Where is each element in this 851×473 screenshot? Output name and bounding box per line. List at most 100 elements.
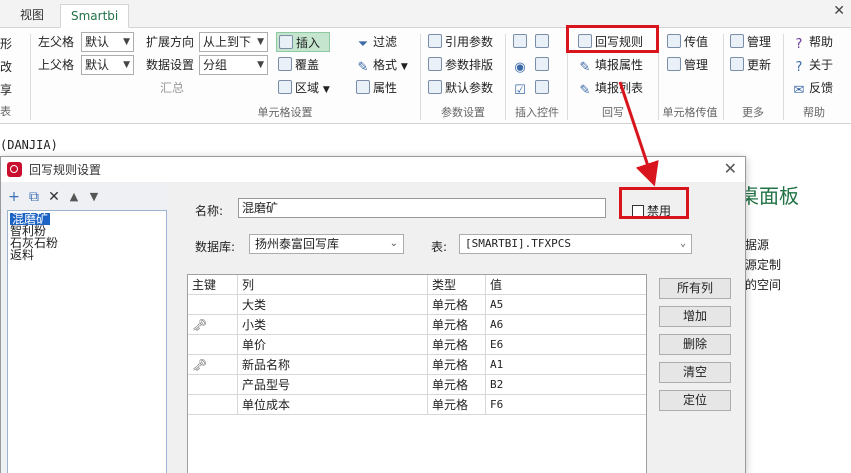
feedback-button[interactable]: ✉ 反馈 — [792, 78, 833, 98]
name-label: 名称: — [195, 204, 224, 218]
type-cell: 单元格 — [428, 375, 486, 395]
key-icon: 🗝 — [192, 318, 208, 332]
panel-line: 的空间 — [745, 278, 782, 292]
group-label-param-settings: 参数设置 — [441, 106, 485, 119]
update-button[interactable]: 更新 — [730, 55, 771, 75]
delete-button[interactable]: 删除 — [659, 334, 731, 355]
table-row[interactable]: 🗝 小类 单元格 A6 — [188, 315, 646, 335]
key-cell: 🗝 — [188, 355, 238, 375]
panel-title: 桌面板 — [739, 184, 799, 208]
dialog-title: 回写规则设置 — [29, 163, 102, 177]
top-parent-label: 上父格 — [38, 58, 75, 72]
chevron-down-icon: ▼ — [322, 85, 330, 95]
pass-manage-button[interactable]: 管理 — [667, 55, 708, 75]
close-icon[interactable]: ✕ — [833, 3, 845, 19]
dropdown-control-button[interactable] — [535, 78, 552, 98]
table-row[interactable]: 单位成本 单元格 F6 — [188, 395, 646, 415]
table-row[interactable]: 大类 单元格 A5 — [188, 295, 646, 315]
insert-button[interactable]: 插入 — [276, 32, 330, 52]
left-parent-label: 左父格 — [38, 35, 75, 49]
expand-direction-select[interactable]: 从上到下 ▼ — [199, 32, 268, 52]
plus-icon[interactable]: + — [5, 186, 23, 208]
default-param-button[interactable]: 默认参数 — [428, 78, 493, 98]
arrow-down-icon[interactable]: ▼ — [85, 186, 103, 208]
arrow-up-icon[interactable]: ▲ — [65, 186, 83, 208]
value-cell: F6 — [490, 398, 504, 411]
tree-control-button[interactable] — [535, 55, 552, 75]
pass-value-label: 传值 — [684, 35, 709, 49]
data-setting-select[interactable]: 分组 ▼ — [199, 55, 268, 75]
list-icon — [535, 34, 549, 48]
name-input[interactable]: 混磨矿 — [238, 198, 606, 218]
database-select[interactable]: 扬州泰富回写库 ⌄ — [249, 234, 404, 254]
key-cell — [188, 295, 238, 315]
column-cell: 小类 — [238, 315, 428, 335]
list-control-button[interactable] — [535, 32, 552, 52]
param-layout-button[interactable]: 参数排版 — [428, 55, 493, 75]
partial-label: 形 — [0, 37, 13, 51]
table-value: [SMARTBI].TFXPCS — [465, 237, 571, 250]
manage-icon — [730, 34, 744, 48]
chevron-down-icon: ⌄ — [679, 238, 686, 249]
filter-button[interactable]: ⏷ 过滤 — [356, 32, 397, 52]
default-param-label: 默认参数 — [445, 81, 494, 95]
area-button[interactable]: 区域 ▼ — [278, 78, 330, 98]
summary-button[interactable]: 汇总 — [160, 78, 184, 98]
top-parent-select[interactable]: 默认 ▼ — [81, 55, 134, 75]
top-parent-value: 默认 — [85, 58, 110, 72]
panel-line: 据源 — [745, 238, 770, 252]
delete-icon[interactable]: ✕ — [45, 186, 63, 208]
fill-list-button[interactable]: ✎ 填报列表 — [578, 78, 643, 98]
add-button[interactable]: 增加 — [659, 306, 731, 327]
value-cell: A1 — [490, 358, 504, 371]
group-label-cell-pass: 单元格传值 — [662, 106, 718, 119]
rule-list: 混磨矿 智利粉 石灰石粉 返料 — [7, 210, 167, 473]
highlight-box-writeback-rule — [566, 25, 659, 53]
format-button[interactable]: ✎ 格式 ▼ — [356, 55, 408, 75]
pass-manage-label: 管理 — [684, 58, 709, 72]
table-row[interactable]: 🗝 新品名称 单元格 A1 — [188, 355, 646, 375]
ref-param-button[interactable]: 引用参数 — [428, 32, 493, 52]
left-parent-select[interactable]: 默认 ▼ — [81, 32, 134, 52]
close-icon[interactable]: ✕ — [724, 159, 737, 178]
textbox-control-button[interactable] — [513, 32, 530, 52]
cover-button[interactable]: 覆盖 — [278, 55, 319, 75]
copy-icon[interactable]: ⧉ — [25, 186, 43, 208]
area-label: 区域 — [295, 81, 320, 95]
fill-property-button[interactable]: ✎ 填报属性 — [578, 55, 643, 75]
checkbox-control-button[interactable]: ☑ — [513, 78, 530, 98]
radio-control-button[interactable]: ◉ — [513, 55, 530, 75]
manage-label: 管理 — [747, 35, 772, 49]
param-icon — [428, 34, 442, 48]
chevron-down-icon: ▼ — [123, 60, 130, 70]
header-key: 主键 — [188, 275, 238, 295]
filter-label: 过滤 — [373, 35, 398, 49]
column-cell: 新品名称 — [238, 355, 428, 375]
table-select[interactable]: [SMARTBI].TFXPCS ⌄ — [459, 234, 692, 254]
left-parent-value: 默认 — [85, 35, 110, 49]
value-cell: A6 — [490, 318, 504, 331]
param-layout-label: 参数排版 — [445, 58, 494, 72]
tab-smartbi[interactable]: Smartbi — [60, 4, 130, 28]
all-columns-button[interactable]: 所有列 — [659, 278, 731, 299]
manage-button[interactable]: 管理 — [730, 32, 771, 52]
question-icon: ? — [795, 60, 803, 75]
property-button[interactable]: 属性 — [356, 78, 397, 98]
tab-view[interactable]: 视图 — [10, 4, 54, 28]
table-row[interactable]: 单价 单元格 E6 — [188, 335, 646, 355]
pass-value-button[interactable]: 传值 — [667, 32, 708, 52]
help-button[interactable]: ? 帮助 — [792, 32, 833, 52]
dialog-titlebar[interactable]: 回写规则设置 ✕ — [1, 157, 745, 182]
table-row[interactable]: 产品型号 单元格 B2 — [188, 375, 646, 395]
group-separator — [505, 34, 506, 120]
key-cell: 🗝 — [188, 315, 238, 335]
locate-button[interactable]: 定位 — [659, 390, 731, 411]
partial-label: 享 — [0, 83, 13, 97]
clear-button[interactable]: 清空 — [659, 362, 731, 383]
list-item[interactable]: 返料 — [10, 249, 34, 261]
area-icon — [278, 80, 292, 94]
rule-detail-pane: 名称: 混磨矿 禁用 数据库: 扬州泰富回写库 ⌄ 表: [SMARTBI].TF… — [169, 182, 745, 473]
layout-icon — [428, 57, 442, 71]
about-button[interactable]: ? 关于 — [792, 55, 833, 75]
key-cell — [188, 395, 238, 415]
